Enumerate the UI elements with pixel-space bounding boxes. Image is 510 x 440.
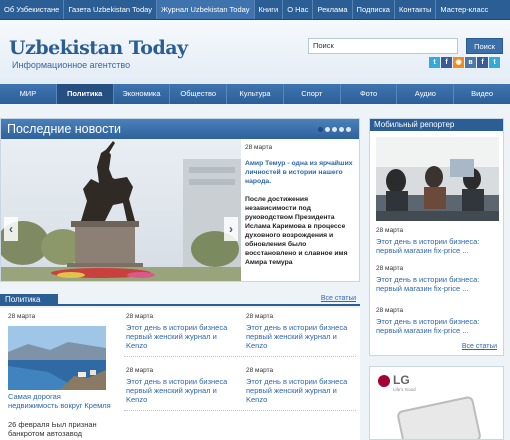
topnav-subscription[interactable]: Подписка [353, 0, 395, 19]
mobile-item-link[interactable]: Этот день в истории бизнеса: первый мага… [376, 275, 501, 293]
feature-title-link[interactable]: Самая дорогая недвижимость вокруг Кремля [8, 392, 112, 410]
slider-dots [318, 127, 351, 132]
slider-dot[interactable] [339, 127, 344, 132]
mobile-item-date: 28 марта [376, 307, 404, 314]
vk-icon[interactable]: в [465, 57, 476, 68]
topnav-contacts[interactable]: Контакты [395, 0, 437, 19]
facebook-icon[interactable]: f [477, 57, 488, 68]
slider-dot[interactable] [332, 127, 337, 132]
latest-news-block: Последние новости ‹ › 28 марта Амир Тему… [0, 118, 360, 282]
news-lead-link[interactable]: Амир Темур - одна из ярчайших личностей … [245, 159, 357, 186]
item-date: 28 марта [246, 313, 274, 320]
mobile-item-date: 28 марта [376, 227, 404, 234]
twitter-icon[interactable]: t [489, 57, 500, 68]
item-date: 28 марта [126, 367, 154, 374]
nav-world[interactable]: МИР [0, 84, 57, 104]
politics-section: 28 марта Самая дорогая недвижимость вокр… [0, 308, 360, 440]
topnav-magazine[interactable]: Журнал Uzbekistan Today [157, 0, 255, 19]
news-date: 28 марта [245, 144, 273, 151]
mobile-reporter-photo[interactable] [376, 137, 499, 221]
nav-audio[interactable]: Аудио [397, 84, 455, 104]
phone-icon [396, 395, 482, 439]
slider-dot[interactable] [346, 127, 351, 132]
mobile-reporter-block: Мобильный репортер 28 марта Этот день в … [369, 118, 504, 356]
item-date: 28 марта [126, 313, 154, 320]
nav-video[interactable]: Видео [454, 84, 510, 104]
mobile-item-link[interactable]: Этот день в истории бизнеса: первый мага… [376, 237, 501, 255]
ad-slogan: Life's Good [393, 387, 416, 392]
topnav-advertising[interactable]: Реклама [313, 0, 353, 19]
mobile-item-link[interactable]: Этот день в истории бизнеса: первый мага… [376, 317, 501, 335]
nav-sport[interactable]: Спорт [284, 84, 341, 104]
search-input[interactable]: Поиск [308, 38, 458, 54]
feature-second-link[interactable]: 26 февраля Ьыл признан банкротом автозав… [8, 420, 114, 438]
slider-dot[interactable] [318, 127, 323, 132]
nav-culture[interactable]: Культура [227, 84, 284, 104]
feature-date: 28 марта [8, 313, 36, 320]
feature-image[interactable] [8, 326, 106, 390]
lg-logo-icon [378, 375, 390, 387]
twitter-icon[interactable]: t [429, 57, 440, 68]
site-header: Uzbekistan Today Информационное агентств… [0, 20, 510, 84]
mobile-all-link[interactable]: Все статьи [462, 343, 497, 350]
topnav-books[interactable]: Книги [255, 0, 284, 19]
rss-icon[interactable]: ◉ [453, 57, 464, 68]
item-title-link[interactable]: Этот день в истории бизнеса первый женск… [246, 323, 356, 350]
mobile-item-date: 28 марта [376, 265, 404, 272]
nav-politics[interactable]: Политика [56, 84, 114, 104]
slider-prev-arrow[interactable]: ‹ [4, 217, 18, 241]
slider-dot[interactable] [325, 127, 330, 132]
topnav-master-class[interactable]: Мастер-класс [436, 0, 492, 19]
nav-photo[interactable]: Фото [341, 84, 398, 104]
social-icons: t f ◉ в f t [429, 57, 500, 68]
mobile-reporter-title: Мобильный репортер [370, 119, 503, 131]
item-title-link[interactable]: Этот день в истории бизнеса первый женск… [126, 377, 234, 404]
politics-all-link[interactable]: Все статьи [321, 295, 356, 302]
item-title-link[interactable]: Этот день в истории бизнеса первый женск… [126, 323, 234, 350]
news-text-panel: 28 марта Амир Темур - одна из ярчайших л… [245, 141, 357, 267]
site-tagline: Информационное агентство [12, 60, 131, 70]
news-body-text: После достижения независимости под руков… [245, 196, 348, 266]
site-logo[interactable]: Uzbekistan Today [9, 37, 188, 59]
item-title-link[interactable]: Этот день в истории бизнеса первый женск… [246, 377, 356, 404]
top-menu: Об Узбекистане Газета Uzbekistan Today Ж… [0, 0, 510, 20]
nav-society[interactable]: Общество [170, 84, 228, 104]
slider-next-arrow[interactable]: › [224, 217, 238, 241]
main-nav: МИР Политика Экономика Общество Культура… [0, 84, 510, 104]
news-photo[interactable]: ‹ › [1, 139, 241, 281]
nav-economy[interactable]: Экономика [114, 84, 171, 104]
divider [124, 356, 356, 357]
latest-news-header: Последние новости [1, 119, 359, 139]
topnav-newspaper[interactable]: Газета Uzbekistan Today [64, 0, 158, 19]
lg-advertisement[interactable]: LG Life's Good [369, 366, 504, 440]
latest-news-title: Последние новости [7, 122, 122, 136]
item-date: 28 марта [246, 367, 274, 374]
topnav-about-uzbekistan[interactable]: Об Узбекистане [0, 0, 65, 19]
divider [124, 410, 356, 411]
search-button[interactable]: Поиск [466, 38, 503, 54]
ad-brand: LG [393, 373, 410, 387]
topnav-about-us[interactable]: О Нас [283, 0, 314, 19]
politics-tab[interactable]: Политика [0, 294, 58, 306]
politics-header: Политика Все статьи [0, 294, 360, 306]
facebook-icon[interactable]: f [441, 57, 452, 68]
